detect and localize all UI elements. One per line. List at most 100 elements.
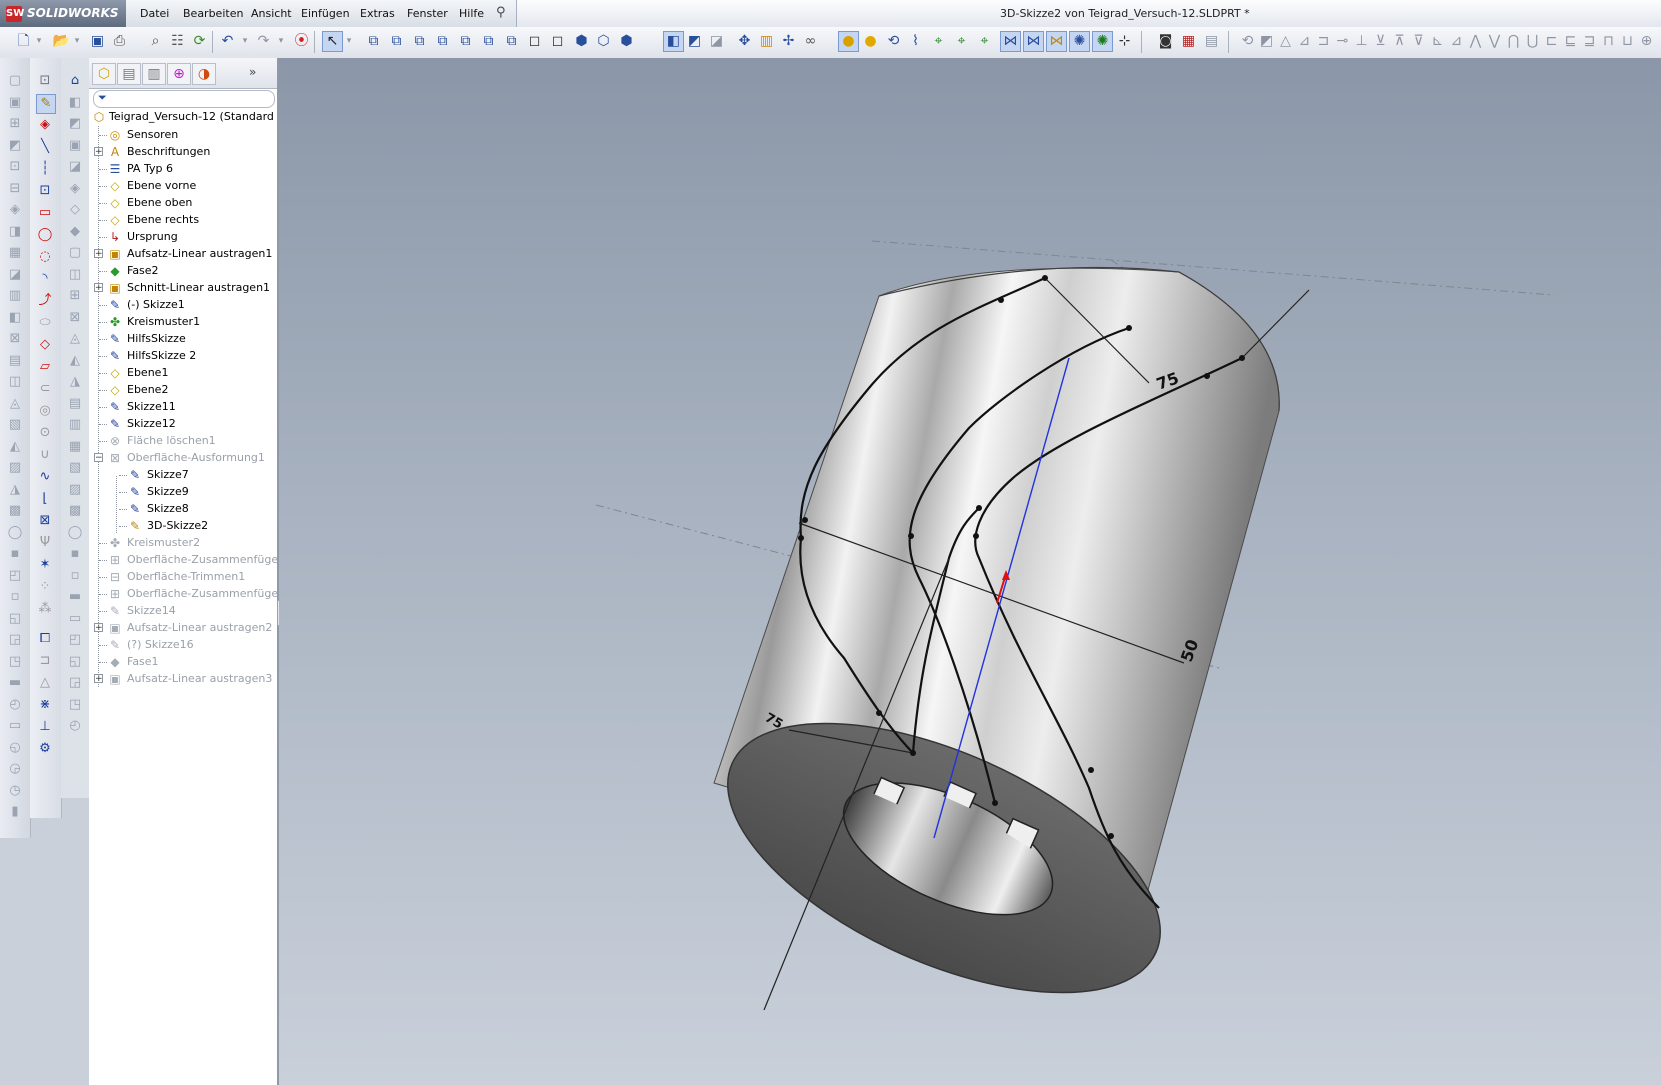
view-right-icon[interactable]: ⧉ <box>433 32 452 51</box>
surface-tool-icon[interactable]: ⊞ <box>66 287 84 305</box>
expand-icon[interactable]: + <box>94 283 103 293</box>
expand-icon[interactable]: + <box>94 623 103 633</box>
scene-icon[interactable]: ● <box>861 32 880 51</box>
property-manager-tab-icon[interactable]: ▤ <box>117 63 141 85</box>
feature-tool-icon[interactable]: ▦ <box>6 244 24 262</box>
slot-icon[interactable]: ⊂ <box>36 380 54 398</box>
tree-item[interactable]: ✎ Skizze12 <box>89 415 277 433</box>
disabled-tool-icon[interactable]: ⟲ <box>1238 32 1257 51</box>
tree-item[interactable]: + ▣ Schnitt-Linear austragen1 <box>89 279 277 297</box>
surface-tool-icon[interactable]: ▩ <box>66 502 84 520</box>
surface-tool-icon[interactable]: ◭ <box>66 352 84 370</box>
display-relations-icon[interactable]: ⌖ <box>975 32 994 51</box>
hidden-lines-icon[interactable]: ⬢ <box>617 32 636 51</box>
tree-item[interactable]: ⊞ Oberfläche-Zusammenfüge <box>89 551 278 569</box>
convert-entities-icon[interactable]: ⧠ <box>36 630 54 648</box>
feature-tool-icon[interactable]: ▣ <box>6 94 24 112</box>
pin-icon[interactable]: ⚲ <box>496 5 506 20</box>
expand-icon[interactable]: + <box>94 674 103 684</box>
offset-icon[interactable]: ⊐ <box>36 652 54 670</box>
feature-tool-icon[interactable]: ▥ <box>6 287 24 305</box>
tree-item[interactable]: + ▣ Aufsatz-Linear austragen2 <box>89 619 277 637</box>
dropdown-icon[interactable]: ▾ <box>240 32 250 51</box>
tree-item[interactable]: ⊗ Fläche löschen1 <box>89 432 277 450</box>
appearance-sphere-icon[interactable]: ● <box>838 31 859 52</box>
feature-tool-icon[interactable]: ▩ <box>6 502 24 520</box>
disabled-tool-icon[interactable]: ⊻ <box>1371 32 1390 51</box>
circle-icon[interactable]: ◯ <box>36 226 54 244</box>
feature-tool-icon[interactable]: ⊟ <box>6 180 24 198</box>
line-icon[interactable]: ╲ <box>36 138 54 156</box>
surface-tool-icon[interactable]: ◩ <box>66 115 84 133</box>
plane-icon[interactable]: ⋈ <box>1000 31 1021 52</box>
app-logo[interactable]: SW SOLIDWORKS <box>0 0 126 27</box>
feature-tool-icon[interactable]: ▢ <box>6 72 24 90</box>
feature-tool-icon[interactable]: ▧ <box>6 416 24 434</box>
surface-tool-icon[interactable]: ▢ <box>66 244 84 262</box>
point-icon[interactable]: ✺ <box>1069 31 1090 52</box>
disabled-tool-icon[interactable]: ⋂ <box>1504 32 1523 51</box>
spline-icon[interactable]: ⋈ <box>1023 31 1044 52</box>
tree-item[interactable]: ✎ 3D-Skizze2 <box>89 517 277 535</box>
traffic-light-icon[interactable]: ⦿ <box>292 32 311 51</box>
refresh-icon[interactable]: ⟲ <box>884 32 903 51</box>
feature-tool-icon[interactable]: ◷ <box>6 782 24 800</box>
surface-tool-icon[interactable]: ◇ <box>66 201 84 219</box>
surface-tool-icon[interactable]: ◆ <box>66 223 84 241</box>
tree-item[interactable]: ✤ Kreismuster1 <box>89 313 277 331</box>
perimeter-circle-icon[interactable]: ◌ <box>36 248 54 266</box>
menu-datei[interactable]: Datei <box>140 7 169 20</box>
view-left-icon[interactable]: ⧉ <box>410 32 429 51</box>
surface-tool-icon[interactable]: ◳ <box>66 696 84 714</box>
tree-item[interactable]: + ▣ Aufsatz-Linear austragen1 <box>89 245 277 263</box>
menu-ansicht[interactable]: Ansicht <box>251 7 292 20</box>
expand-icon[interactable]: + <box>94 147 103 157</box>
rectangle-icon[interactable]: ▭ <box>36 204 54 222</box>
feature-tool-icon[interactable]: ◵ <box>6 739 24 757</box>
feature-tool-icon[interactable]: ◱ <box>6 610 24 628</box>
tree-item[interactable]: ◆ Fase1 <box>89 653 277 671</box>
mirror-icon[interactable]: ⁂ <box>36 600 54 618</box>
menu-bearbeiten[interactable]: Bearbeiten <box>183 7 243 20</box>
redo-icon[interactable]: ↷ <box>254 32 273 51</box>
3d-sketch-icon[interactable]: ✎ <box>36 94 56 114</box>
surface-tool-icon[interactable]: ◫ <box>66 266 84 284</box>
surface-tool-icon[interactable]: ▬ <box>66 588 84 606</box>
feature-tool-icon[interactable]: ◲ <box>6 631 24 649</box>
arc-icon[interactable]: ◝ <box>36 270 54 288</box>
fillet-icon[interactable]: ⌊ <box>36 490 54 508</box>
spline-on-surface-icon[interactable]: ⊠ <box>36 512 54 530</box>
save-icon[interactable]: ▣ <box>88 32 107 51</box>
feature-tool-icon[interactable]: ▨ <box>6 459 24 477</box>
ellipse-partial-icon[interactable]: ◎ <box>36 402 54 420</box>
print-icon[interactable]: ⎙ <box>110 32 129 51</box>
feature-tool-icon[interactable]: ◮ <box>6 481 24 499</box>
feature-tool-icon[interactable]: ◪ <box>6 266 24 284</box>
appearance-icon[interactable]: ✢ <box>779 32 798 51</box>
tree-item[interactable]: + ▣ Aufsatz-Linear austragen3 <box>89 670 277 688</box>
smart-dimension-icon[interactable]: ◈ <box>36 116 54 134</box>
expand-icon[interactable]: + <box>94 249 103 259</box>
render-icon[interactable]: ▦ <box>1179 32 1198 51</box>
disabled-tool-icon[interactable]: ⊕ <box>1637 32 1656 51</box>
surface-tool-icon[interactable]: ▣ <box>66 137 84 155</box>
surface-tool-icon[interactable]: ◯ <box>66 524 84 542</box>
repair-sketch-icon[interactable]: ⚙ <box>36 740 54 758</box>
disabled-tool-icon[interactable]: ⋀ <box>1466 32 1485 51</box>
tree-item[interactable]: ✎ HilfsSkizze <box>89 330 277 348</box>
feature-tool-icon[interactable]: ⊡ <box>6 158 24 176</box>
split-icon[interactable]: ⋇ <box>36 696 54 714</box>
section-view-icon[interactable]: ◧ <box>663 31 684 52</box>
tree-item[interactable]: ✎ Skizze9 <box>89 483 277 501</box>
surface-tool-icon[interactable]: ▨ <box>66 481 84 499</box>
feature-manager-tab-icon[interactable]: ⬡ <box>92 63 116 85</box>
model-view[interactable]: 75 50 75 <box>279 58 1661 1085</box>
disabled-tool-icon[interactable]: ⊿ <box>1295 32 1314 51</box>
disabled-tool-icon[interactable]: ⊐ <box>1314 32 1333 51</box>
tree-item[interactable]: ↳ Ursprung <box>89 228 277 246</box>
tree-item[interactable]: ✎ Skizze7 <box>89 466 277 484</box>
surface-tool-icon[interactable]: ▫ <box>66 567 84 585</box>
options-icon[interactable]: ☷ <box>168 32 187 51</box>
view-trimetric-icon[interactable]: ◻ <box>525 32 544 51</box>
zoom-fit-icon[interactable]: ◪ <box>707 32 726 51</box>
